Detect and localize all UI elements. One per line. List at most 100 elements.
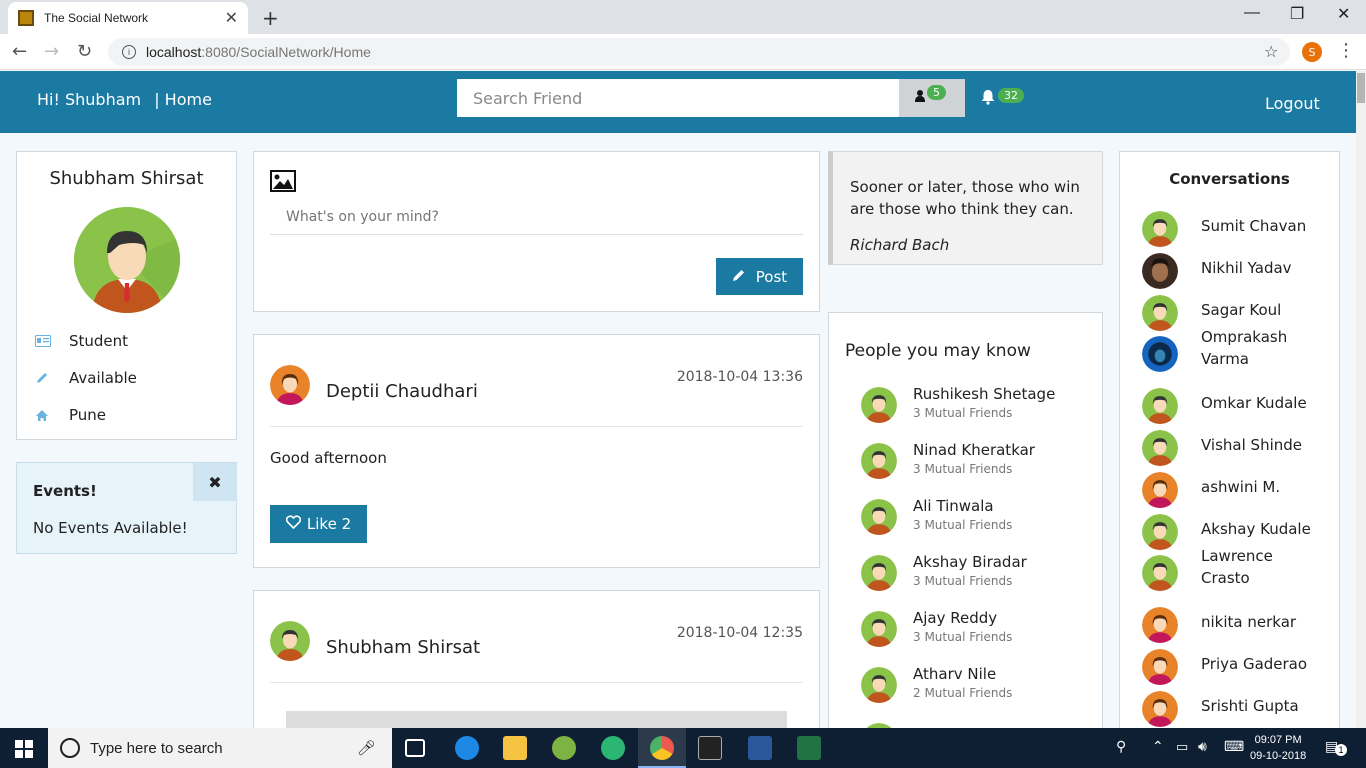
- search-friend-input[interactable]: [457, 79, 899, 117]
- profile-name: Shubham Shirsat: [49, 168, 204, 189]
- friend-requests-button[interactable]: 5: [899, 79, 965, 117]
- minimize-icon[interactable]: —: [1244, 4, 1260, 22]
- back-arrow-icon[interactable]: ←: [12, 41, 27, 62]
- tab-close-icon[interactable]: ✕: [225, 8, 238, 28]
- keyboard-language-icon[interactable]: ⌨: [1224, 738, 1244, 755]
- conversation-name[interactable]: Priya Gaderao: [1201, 653, 1321, 675]
- reload-icon[interactable]: ↻: [77, 41, 92, 62]
- avatar: [1142, 691, 1178, 727]
- conversation-name[interactable]: Omkar Kudale: [1201, 392, 1321, 414]
- post-divider: [270, 426, 803, 427]
- suggested-friend-name[interactable]: Ali Tinwala: [913, 497, 994, 515]
- volume-icon[interactable]: 🔊︎: [1198, 738, 1207, 755]
- suggested-friend-name[interactable]: Akshay Biradar: [913, 553, 1027, 571]
- window-close-icon[interactable]: ✕: [1337, 4, 1350, 24]
- people-list-item[interactable]: Atharv Nile 2 Mutual Friends: [861, 665, 1091, 713]
- conversation-name[interactable]: Vishal Shinde: [1201, 434, 1321, 456]
- avatar: [1142, 253, 1178, 289]
- avatar: [1142, 295, 1178, 331]
- browser-profile-avatar[interactable]: S: [1302, 42, 1322, 62]
- greeting-text[interactable]: Hi! Shubham: [37, 90, 141, 109]
- excel-icon[interactable]: [797, 736, 821, 760]
- post-author-avatar[interactable]: [270, 621, 310, 661]
- suggested-friend-name[interactable]: Rushikesh Shetage: [913, 385, 1055, 403]
- conversation-name[interactable]: Nikhil Yadav: [1201, 257, 1321, 279]
- image-upload-icon[interactable]: [270, 170, 296, 197]
- url-path: :8080/SocialNetwork/Home: [201, 44, 371, 60]
- status-input[interactable]: [270, 200, 803, 235]
- scrollbar-thumb[interactable]: [1357, 73, 1365, 103]
- like-button[interactable]: Like 2: [270, 505, 367, 543]
- post-author[interactable]: Deptii Chaudhari: [326, 381, 478, 402]
- site-info-icon[interactable]: i: [122, 45, 136, 59]
- notifications-button[interactable]: 32: [980, 87, 1024, 109]
- avatar: [1142, 607, 1178, 643]
- user-icon: [915, 90, 925, 106]
- network-icon[interactable]: ▭: [1176, 739, 1188, 755]
- suggested-friend-name[interactable]: Ajay Reddy: [913, 609, 997, 627]
- url-field[interactable]: i localhost:8080/SocialNetwork/Home: [108, 38, 1290, 66]
- people-you-may-know-panel: People you may know Rushikesh Shetage 3 M…: [828, 312, 1103, 732]
- profile-occupation-row: Student: [35, 332, 128, 350]
- microphone-icon[interactable]: 🎤︎: [357, 739, 376, 757]
- people-list-item[interactable]: Ali Tinwala 3 Mutual Friends: [861, 497, 1091, 545]
- people-list-item[interactable]: Rushikesh Shetage 3 Mutual Friends: [861, 385, 1091, 433]
- heart-icon: [285, 515, 302, 533]
- profile-card: Shubham Shirsat Student Available Pune: [16, 151, 237, 440]
- home-link[interactable]: | Home: [154, 90, 212, 109]
- conversation-name[interactable]: Lawrence Crasto: [1201, 545, 1321, 589]
- new-tab-icon[interactable]: +: [262, 6, 279, 30]
- browser-menu-icon[interactable]: ⋮: [1337, 40, 1355, 61]
- post-text: Good afternoon: [270, 449, 387, 467]
- show-hidden-icons-chevron-up-icon[interactable]: ⌃: [1152, 738, 1164, 755]
- post-timestamp: 2018-10-04 12:35: [676, 625, 803, 641]
- atom-editor-icon[interactable]: [601, 736, 625, 760]
- conversation-name[interactable]: Sagar Koul: [1201, 299, 1321, 321]
- conversation-name[interactable]: Srishti Gupta: [1201, 695, 1321, 717]
- home-icon: [35, 408, 51, 422]
- conversation-name[interactable]: nikita nerkar: [1201, 611, 1321, 633]
- windows-start-icon[interactable]: [15, 740, 33, 763]
- forward-arrow-icon[interactable]: →: [44, 41, 59, 62]
- post-button[interactable]: Post: [716, 258, 803, 295]
- maximize-icon[interactable]: ❐: [1290, 4, 1304, 24]
- friend-requests-badge: 5: [927, 84, 946, 100]
- post-card: Deptii Chaudhari 2018-10-04 13:36 Good a…: [253, 334, 820, 568]
- people-list-item[interactable]: Akshay Biradar 3 Mutual Friends: [861, 553, 1091, 601]
- suggested-friend-name[interactable]: Ninad Kheratkar: [913, 441, 1035, 459]
- file-explorer-icon[interactable]: [503, 736, 527, 760]
- logout-link[interactable]: Logout: [1265, 94, 1320, 113]
- page-scrollbar[interactable]: [1356, 71, 1366, 728]
- people-icon[interactable]: ⚲: [1116, 738, 1126, 755]
- url-host: localhost: [146, 44, 202, 60]
- android-studio-icon[interactable]: [552, 736, 576, 760]
- browser-tab-bar: The Social Network ✕ + — ❐ ✕: [0, 0, 1366, 34]
- avatar: [1142, 336, 1178, 372]
- conversation-name[interactable]: Akshay Kudale: [1201, 518, 1321, 540]
- conversations-title: Conversations: [1169, 170, 1290, 188]
- conversation-name[interactable]: Omprakash Varma: [1201, 326, 1321, 370]
- conversation-name[interactable]: ashwini M.: [1201, 476, 1321, 498]
- terminal-icon[interactable]: [698, 736, 722, 760]
- events-title: Events!: [33, 482, 97, 500]
- pencil-icon: [732, 268, 746, 286]
- events-close-button[interactable]: ✖: [193, 463, 237, 501]
- post-author-avatar[interactable]: [270, 365, 310, 405]
- people-list-item[interactable]: Ninad Kheratkar 3 Mutual Friends: [861, 441, 1091, 489]
- taskbar-clock[interactable]: 09:07 PM 09-10-2018: [1250, 732, 1306, 764]
- like-button-label: Like 2: [306, 515, 352, 533]
- browser-tab[interactable]: The Social Network ✕: [8, 2, 248, 34]
- word-icon[interactable]: [748, 736, 772, 760]
- quote-text: Sooner or later, those who win are those…: [850, 178, 1080, 218]
- mutual-friends-count: 3 Mutual Friends: [913, 518, 1013, 532]
- conversation-name[interactable]: Sumit Chavan: [1201, 215, 1321, 237]
- bookmark-star-icon[interactable]: ☆: [1264, 42, 1278, 61]
- suggested-friend-name[interactable]: Atharv Nile: [913, 665, 996, 683]
- action-center-icon[interactable]: ▤ 1: [1325, 738, 1347, 756]
- people-list-item[interactable]: Ajay Reddy 3 Mutual Friends: [861, 609, 1091, 657]
- avatar: [861, 611, 897, 647]
- post-author[interactable]: Shubham Shirsat: [326, 637, 480, 658]
- task-view-icon[interactable]: [405, 739, 425, 757]
- edge-browser-icon[interactable]: [455, 736, 479, 760]
- taskbar-search-box[interactable]: Type here to search 🎤︎: [48, 728, 392, 768]
